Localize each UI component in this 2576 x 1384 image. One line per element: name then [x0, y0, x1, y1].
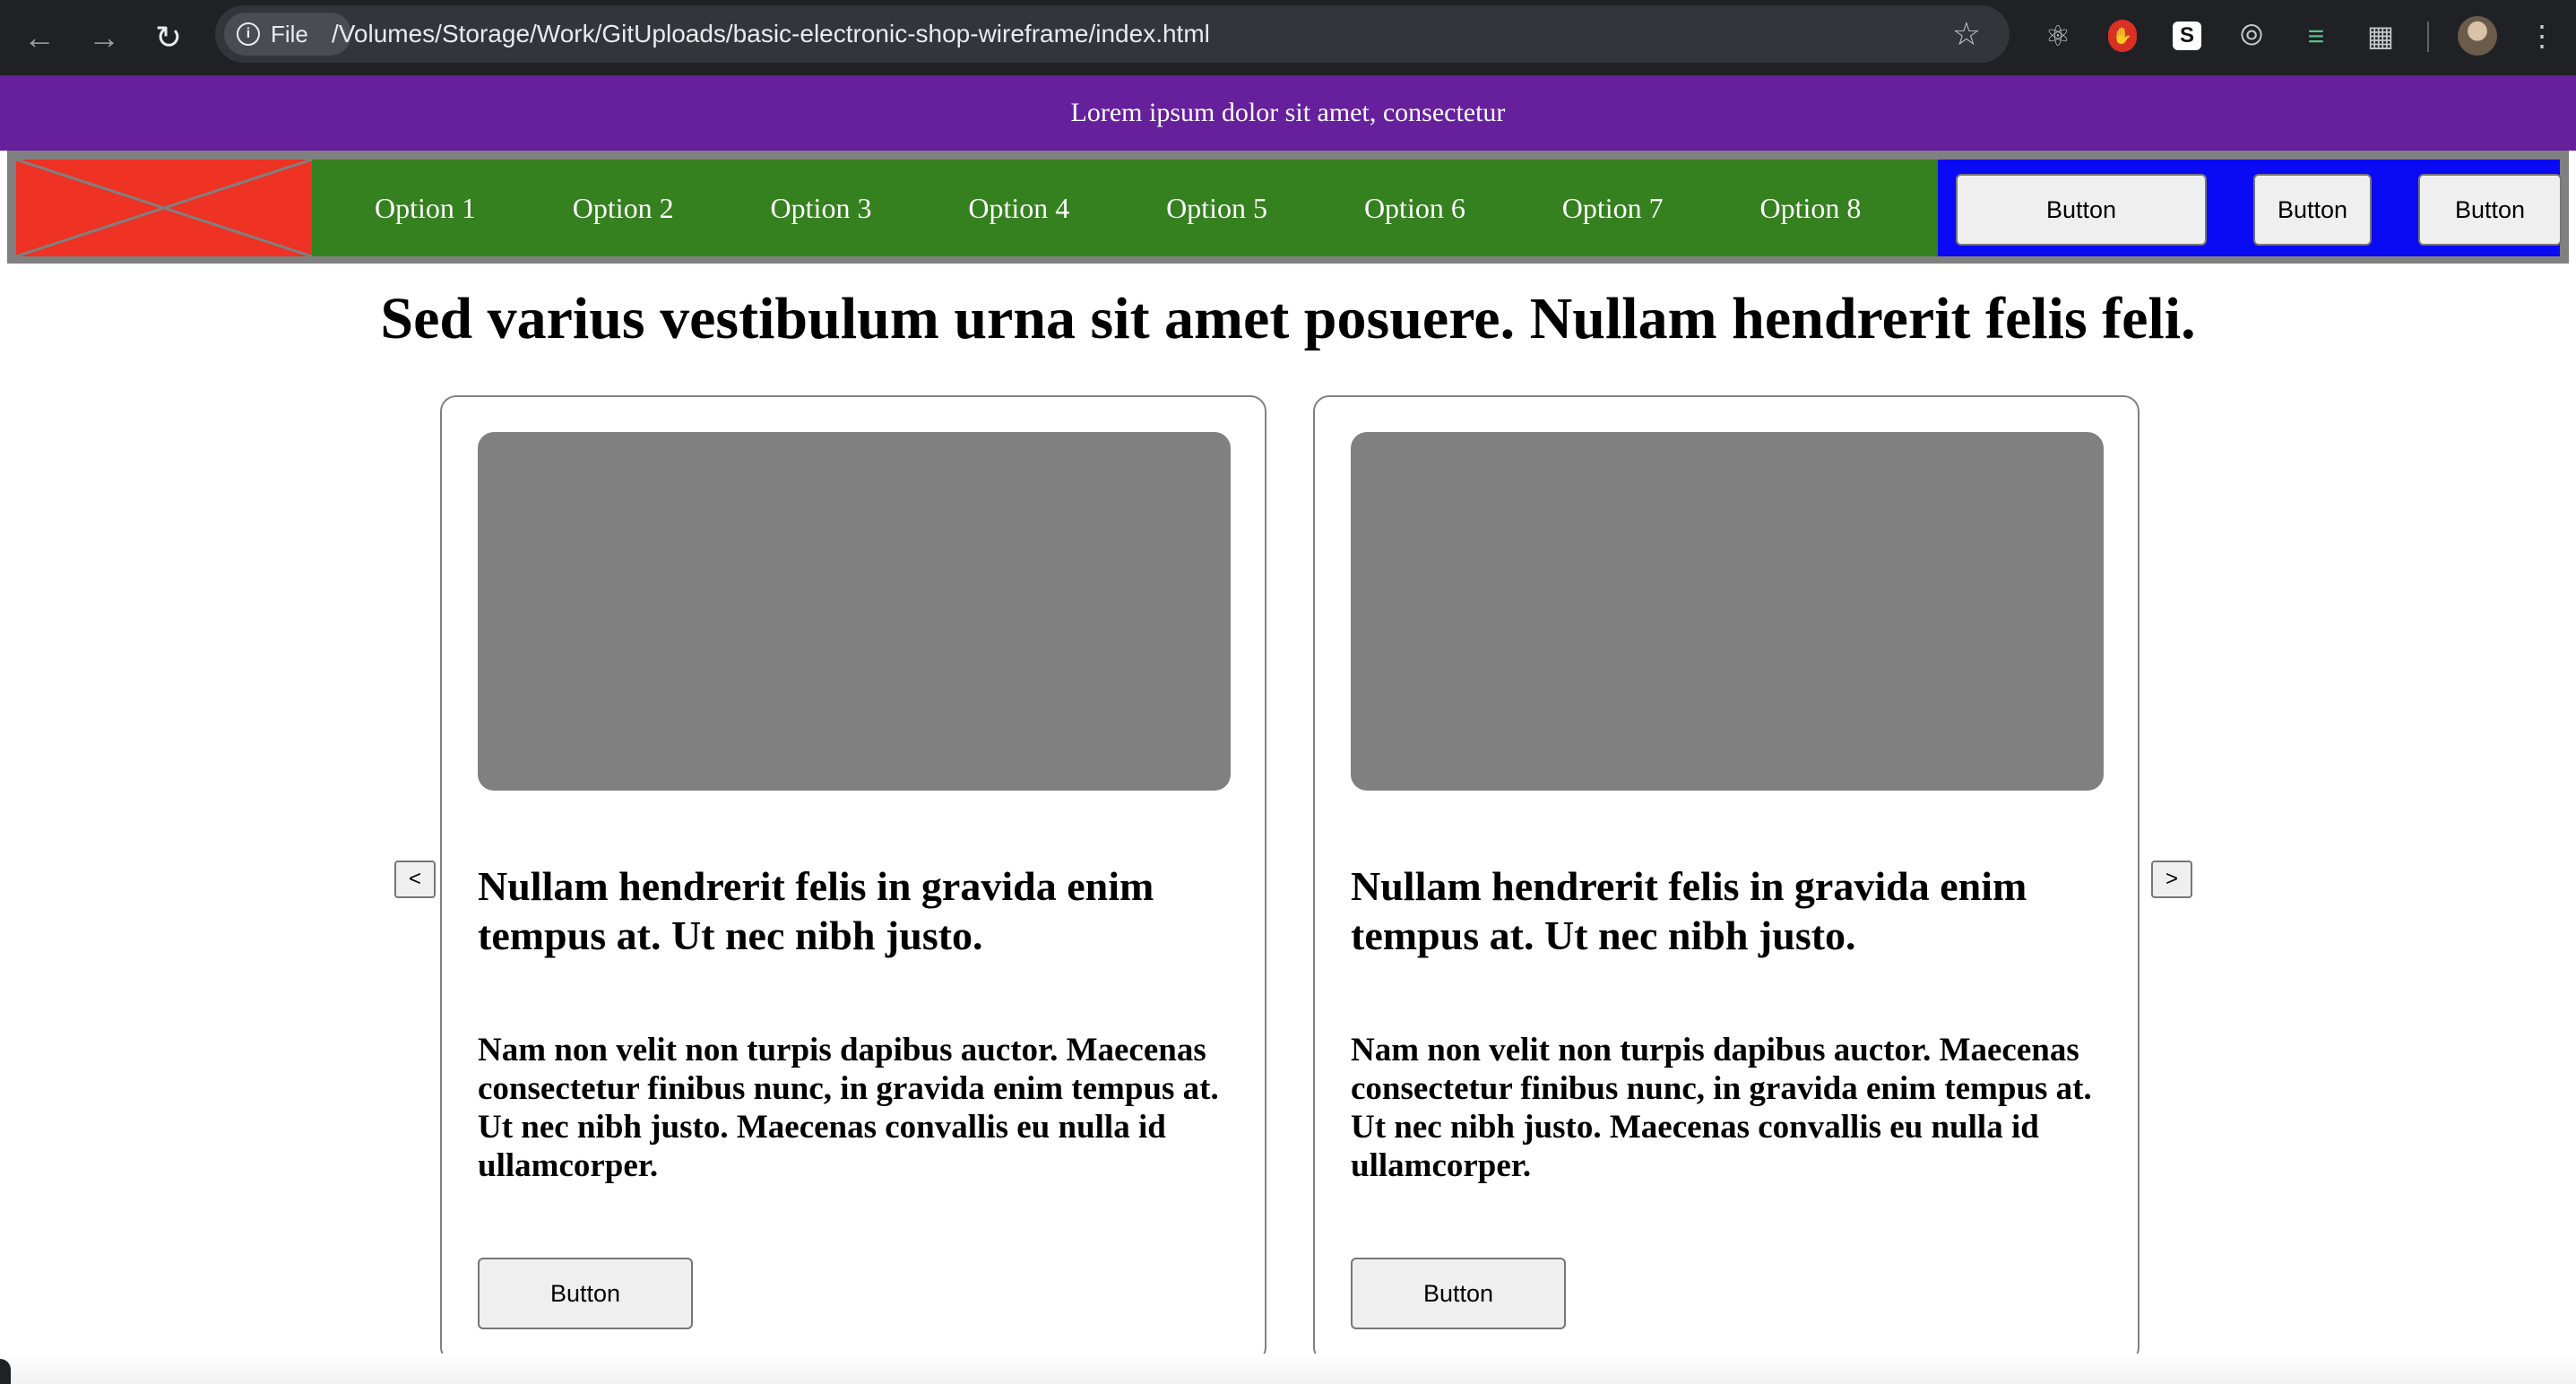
- forward-arrow-icon[interactable]: →: [79, 13, 129, 63]
- card-title: Nullam hendrerit felis in gravida enim t…: [1351, 863, 2027, 958]
- product-card-2: Nullam hendrerit felis in gravida enim t…: [1313, 395, 2139, 1363]
- star-icon[interactable]: ☆: [1952, 14, 1981, 54]
- puzzle-extensions-icon[interactable]: ▦: [2361, 16, 2400, 56]
- promo-banner: Lorem ipsum dolor sit amet, consectetur: [0, 75, 2576, 151]
- card-description: Nam non velit non turpis dapibus auctor.…: [1351, 1032, 2092, 1184]
- promo-text: Lorem ipsum dolor sit amet, consectetur: [1070, 98, 1506, 127]
- card-button[interactable]: Button: [478, 1258, 693, 1329]
- compass-icon[interactable]: ⦾: [2232, 16, 2271, 56]
- menu-item-option-6[interactable]: Option 6: [1316, 192, 1514, 225]
- address-bar[interactable]: i File /Volumes/Storage/Work/GitUploads/…: [215, 5, 2010, 63]
- header-button-3[interactable]: Button: [2418, 174, 2562, 246]
- info-icon: i: [237, 22, 260, 46]
- s-extension-icon[interactable]: S: [2167, 16, 2207, 56]
- main-menu: Option 1 Option 2 Option 3 Option 4 Opti…: [312, 160, 1938, 256]
- menu-item-option-7[interactable]: Option 7: [1514, 192, 1712, 225]
- react-devtools-icon[interactable]: ⚛: [2038, 16, 2078, 56]
- carousel-prev-button[interactable]: <: [394, 861, 436, 898]
- logo-placeholder[interactable]: [16, 160, 312, 256]
- product-card-1: Nullam hendrerit felis in gravida enim t…: [440, 395, 1266, 1363]
- url-text[interactable]: /Volumes/Storage/Work/GitUploads/basic-e…: [332, 5, 1210, 63]
- menu-item-option-5[interactable]: Option 5: [1118, 192, 1316, 225]
- reload-icon[interactable]: ↻: [143, 13, 194, 63]
- card-description: Nam non velit non turpis dapibus auctor.…: [478, 1032, 1219, 1184]
- header-button-1[interactable]: Button: [1956, 174, 2207, 246]
- menu-item-option-4[interactable]: Option 4: [920, 192, 1118, 225]
- ublock-icon[interactable]: ✋: [2103, 16, 2142, 56]
- menu-item-option-1[interactable]: Option 1: [326, 192, 524, 225]
- menu-item-option-2[interactable]: Option 2: [524, 192, 722, 225]
- page-headline: Sed varius vestibulum urna sit amet posu…: [380, 286, 2196, 351]
- header-button-2[interactable]: Button: [2253, 174, 2372, 246]
- site-navbar: Option 1 Option 2 Option 3 Option 4 Opti…: [7, 151, 2569, 264]
- card-image-placeholder: [1351, 432, 2104, 791]
- back-arrow-icon[interactable]: ←: [14, 13, 65, 63]
- green-extension-icon[interactable]: ≡: [2296, 16, 2336, 56]
- menu-item-option-8[interactable]: Option 8: [1712, 192, 1910, 225]
- card-button[interactable]: Button: [1351, 1258, 1566, 1329]
- logo-placeholder-cross: [16, 160, 312, 256]
- menu-item-option-3[interactable]: Option 3: [722, 192, 921, 225]
- file-label: File: [271, 20, 308, 48]
- card-title: Nullam hendrerit felis in gravida enim t…: [478, 863, 1154, 958]
- card-image-placeholder: [478, 432, 1231, 791]
- bottom-fade: [0, 1354, 2576, 1384]
- toolbar-separator: [2427, 22, 2429, 52]
- carousel-next-button[interactable]: >: [2151, 861, 2192, 898]
- kebab-menu-icon[interactable]: ⋮: [2522, 16, 2562, 56]
- profile-avatar[interactable]: [2458, 16, 2497, 56]
- browser-toolbar: ← → ↻ i File /Volumes/Storage/Work/GitUp…: [0, 0, 2576, 75]
- header-actions: Button Button Button: [1938, 160, 2562, 256]
